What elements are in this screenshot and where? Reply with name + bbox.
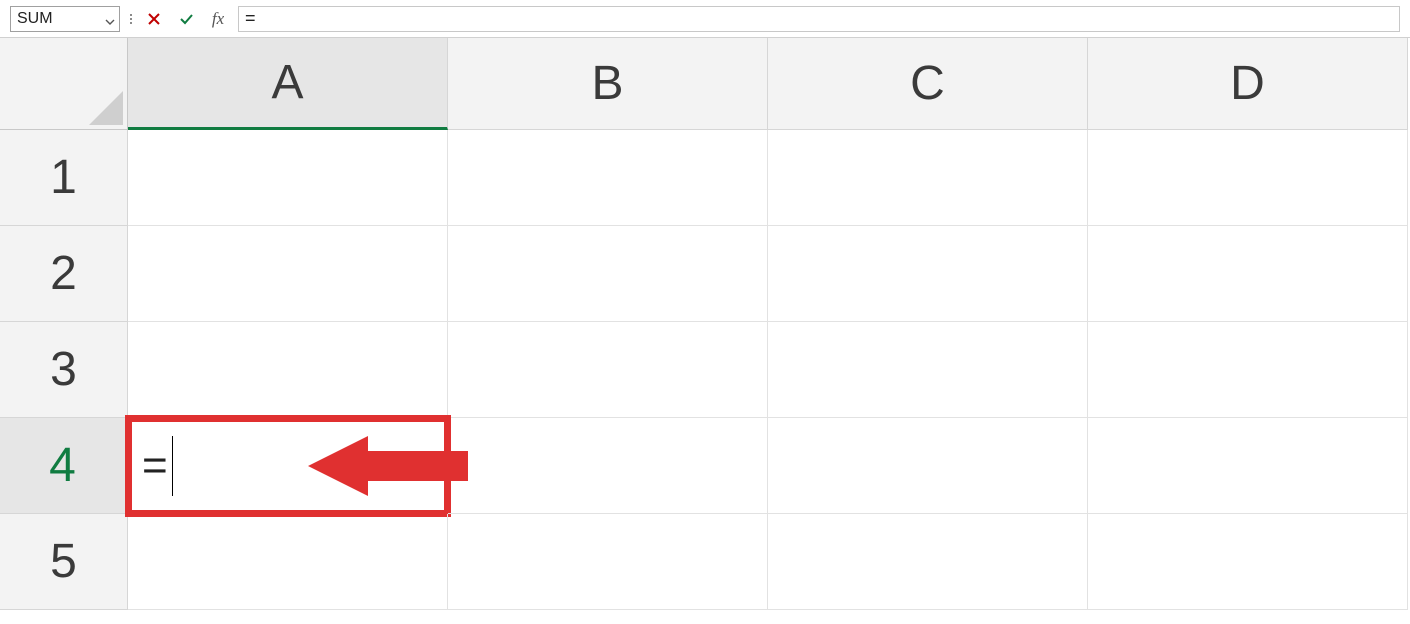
row-header-1[interactable]: 1	[0, 130, 128, 226]
formula-bar: SUM fx =	[0, 0, 1410, 38]
cell-A4[interactable]: =	[128, 418, 448, 514]
row-header-3[interactable]: 3	[0, 322, 128, 418]
name-box-value: SUM	[17, 10, 53, 28]
cell-D3[interactable]	[1088, 322, 1408, 418]
enter-button[interactable]	[174, 7, 198, 31]
cell-A3[interactable]	[128, 322, 448, 418]
column-header-A[interactable]: A	[128, 38, 448, 130]
text-cursor	[172, 436, 173, 496]
cell-A2[interactable]	[128, 226, 448, 322]
cell-D4[interactable]	[1088, 418, 1408, 514]
cell-C2[interactable]	[768, 226, 1088, 322]
column-header-D[interactable]: D	[1088, 38, 1408, 130]
cell-B3[interactable]	[448, 322, 768, 418]
formula-input[interactable]: =	[238, 6, 1400, 32]
row-header-2[interactable]: 2	[0, 226, 128, 322]
cell-B1[interactable]	[448, 130, 768, 226]
fx-icon: fx	[212, 9, 224, 29]
cell-B5[interactable]	[448, 514, 768, 610]
name-box[interactable]: SUM	[10, 6, 120, 32]
cell-A4-value: =	[142, 441, 168, 491]
cell-D2[interactable]	[1088, 226, 1408, 322]
column-header-B[interactable]: B	[448, 38, 768, 130]
separator-icon	[128, 14, 134, 24]
cell-D5[interactable]	[1088, 514, 1408, 610]
select-all-corner[interactable]	[0, 38, 128, 130]
cell-A5[interactable]	[128, 514, 448, 610]
formula-input-value: =	[245, 8, 256, 29]
cell-C3[interactable]	[768, 322, 1088, 418]
cell-A1[interactable]	[128, 130, 448, 226]
insert-function-button[interactable]: fx	[206, 7, 230, 31]
name-box-dropdown-icon[interactable]	[105, 14, 115, 24]
cell-C4[interactable]	[768, 418, 1088, 514]
cell-D1[interactable]	[1088, 130, 1408, 226]
cell-C5[interactable]	[768, 514, 1088, 610]
cancel-button[interactable]	[142, 7, 166, 31]
column-header-C[interactable]: C	[768, 38, 1088, 130]
cell-B2[interactable]	[448, 226, 768, 322]
cell-B4[interactable]	[448, 418, 768, 514]
spreadsheet-grid: A B C D 1 2 3 4 = 5	[0, 38, 1410, 610]
cell-C1[interactable]	[768, 130, 1088, 226]
row-header-4[interactable]: 4	[0, 418, 128, 514]
row-header-5[interactable]: 5	[0, 514, 128, 610]
